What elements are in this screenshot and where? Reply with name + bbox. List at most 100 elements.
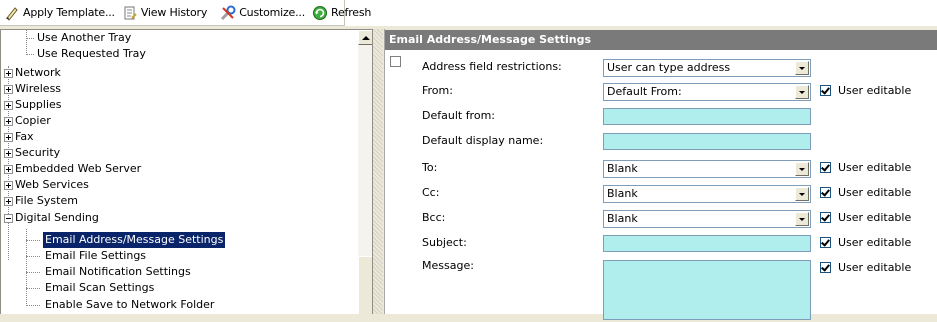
tree-connector — [26, 256, 40, 257]
panel-splitter[interactable] — [373, 29, 383, 314]
user-editable-label: User editable — [838, 186, 912, 199]
from-value: Default From: — [607, 85, 682, 98]
user-editable-label: User editable — [838, 211, 912, 224]
apply-template-button[interactable]: Apply Template... — [0, 2, 118, 24]
tree-item-security[interactable]: Security — [15, 145, 60, 161]
view-history-label: View History — [140, 6, 208, 19]
expand-supplies-icon[interactable] — [4, 101, 13, 110]
message-user-editable-checkbox[interactable] — [820, 262, 831, 273]
to-value: Blank — [607, 162, 638, 175]
tree-connector — [26, 305, 40, 306]
tree-item-embedded-web-server[interactable]: Embedded Web Server — [15, 161, 141, 177]
tree-connector — [26, 240, 40, 241]
tree-scrollbar[interactable] — [358, 30, 372, 314]
tree-item-digital-sending[interactable]: Digital Sending — [15, 210, 99, 226]
refresh-button[interactable]: Refresh — [308, 2, 374, 24]
cc-label: Cc: — [422, 186, 440, 199]
tree-item-file-system[interactable]: File System — [15, 193, 78, 209]
expand-web-services-icon[interactable] — [4, 181, 13, 190]
panel-title: Email Address/Message Settings — [385, 30, 937, 50]
default-from-input[interactable] — [604, 109, 810, 124]
tree-item-email-notification-settings[interactable]: Email Notification Settings — [45, 264, 191, 280]
cc-user-editable-checkbox[interactable] — [820, 187, 831, 198]
bcc-select[interactable]: Blank — [603, 210, 811, 228]
user-editable-label: User editable — [838, 261, 912, 274]
dropdown-arrow-icon[interactable] — [795, 162, 809, 176]
collapse-digital-sending-icon[interactable] — [4, 214, 13, 223]
expand-file-system-icon[interactable] — [4, 197, 13, 206]
subject-user-editable-checkbox[interactable] — [820, 237, 831, 248]
tree-item-copier[interactable]: Copier — [15, 113, 51, 129]
message-input[interactable] — [604, 261, 810, 319]
subject-label: Subject: — [422, 236, 467, 249]
tree-connector — [26, 288, 40, 289]
apply-template-icon — [4, 5, 20, 21]
tree-connector — [26, 30, 27, 55]
tree-connector — [26, 38, 34, 39]
enable-setting-checkbox[interactable] — [390, 56, 401, 67]
default-display-name-field[interactable] — [603, 133, 811, 150]
cc-select[interactable]: Blank — [603, 185, 811, 203]
customize-icon — [220, 5, 236, 21]
view-history-button[interactable]: View History — [118, 2, 210, 24]
to-user-editable-checkbox[interactable] — [820, 162, 831, 173]
expand-fax-icon[interactable] — [4, 133, 13, 142]
user-editable-label: User editable — [838, 84, 912, 97]
bcc-label: Bcc: — [422, 211, 446, 224]
address-restrictions-select[interactable]: User can type address — [603, 59, 811, 77]
customize-label: Customize... — [239, 6, 306, 19]
from-select[interactable]: Default From: — [603, 83, 811, 101]
default-from-field[interactable] — [603, 108, 811, 125]
toolbar-buttons: Apply Template... View History Customize… — [0, 0, 371, 26]
refresh-label: Refresh — [331, 6, 372, 19]
tree-item-supplies[interactable]: Supplies — [15, 97, 62, 113]
address-restrictions-value: User can type address — [607, 61, 731, 74]
tree-connector — [8, 66, 9, 260]
dropdown-arrow-icon[interactable] — [795, 187, 809, 201]
toolbar: Apply Template... View History Customize… — [0, 0, 937, 26]
default-display-name-input[interactable] — [604, 134, 810, 149]
message-field[interactable] — [603, 260, 811, 320]
dropdown-arrow-icon[interactable] — [795, 61, 809, 75]
subject-input[interactable] — [604, 236, 810, 251]
tree-item-fax[interactable]: Fax — [15, 129, 34, 145]
cc-value: Blank — [607, 187, 638, 200]
expand-wireless-icon[interactable] — [4, 85, 13, 94]
expand-security-icon[interactable] — [4, 149, 13, 158]
from-user-editable-checkbox[interactable] — [820, 85, 831, 96]
tree-item-wireless[interactable]: Wireless — [15, 81, 61, 97]
view-history-icon — [122, 5, 138, 21]
tree-item-use-requested-tray[interactable]: Use Requested Tray — [37, 46, 146, 62]
subject-field[interactable] — [603, 235, 811, 252]
settings-form: Address field restrictions: User can typ… — [385, 50, 937, 320]
scroll-thumb[interactable] — [358, 256, 372, 314]
from-label: From: — [422, 84, 453, 97]
default-from-label: Default from: — [422, 109, 495, 122]
tree-item-email-file-settings[interactable]: Email File Settings — [45, 248, 146, 264]
settings-tree: Use Another Tray Use Requested Tray Netw… — [0, 29, 373, 314]
tree-connector — [26, 272, 40, 273]
default-display-name-label: Default display name: — [422, 134, 544, 147]
customize-button[interactable]: Customize... — [216, 2, 308, 24]
tree-item-use-another-tray[interactable]: Use Another Tray — [37, 30, 131, 46]
scroll-up-icon[interactable] — [358, 30, 372, 45]
tree-item-web-services[interactable]: Web Services — [15, 177, 89, 193]
expand-copier-icon[interactable] — [4, 117, 13, 126]
tree-item-network[interactable]: Network — [15, 65, 61, 81]
message-label: Message: — [422, 259, 474, 272]
bcc-value: Blank — [607, 212, 638, 225]
expand-network-icon[interactable] — [4, 69, 13, 78]
address-restrictions-label: Address field restrictions: — [422, 60, 562, 73]
tree-item-email-address-message-settings[interactable]: Email Address/Message Settings — [43, 232, 226, 248]
settings-panel: Email Address/Message Settings Address f… — [384, 29, 937, 320]
expand-embedded-web-server-icon[interactable] — [4, 165, 13, 174]
tree-item-email-scan-settings[interactable]: Email Scan Settings — [45, 280, 154, 296]
dropdown-arrow-icon[interactable] — [795, 212, 809, 226]
dropdown-arrow-icon[interactable] — [795, 85, 809, 99]
tree-item-enable-save-to-network-folder[interactable]: Enable Save to Network Folder — [45, 297, 214, 313]
to-select[interactable]: Blank — [603, 160, 811, 178]
bcc-user-editable-checkbox[interactable] — [820, 212, 831, 223]
refresh-icon — [312, 5, 328, 21]
tree-connector — [26, 54, 34, 55]
user-editable-label: User editable — [838, 236, 912, 249]
